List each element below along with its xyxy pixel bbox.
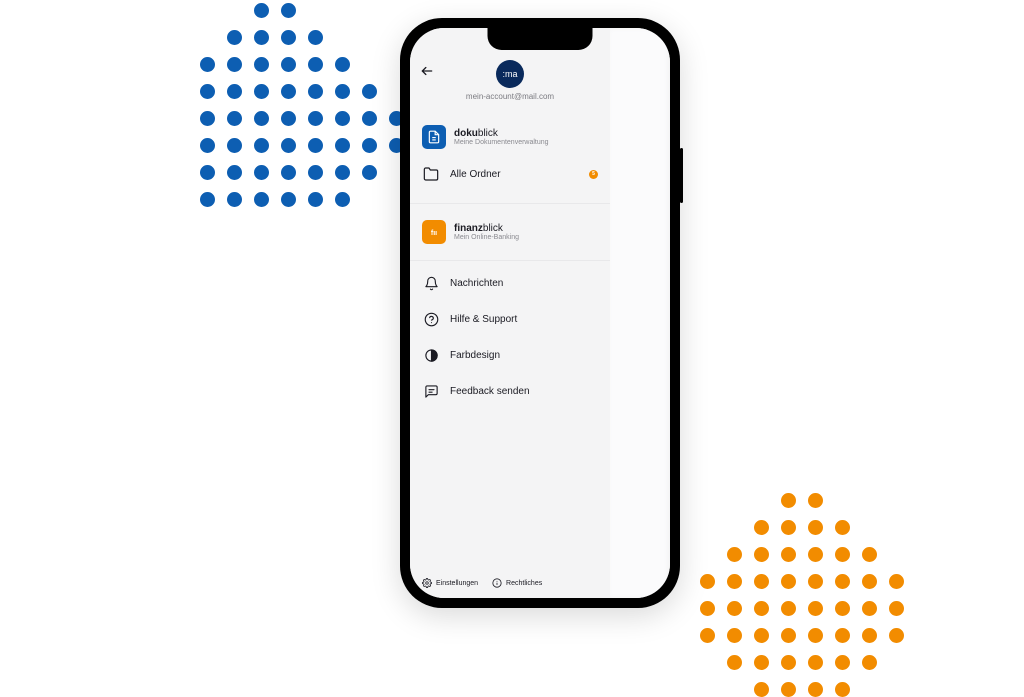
app-text: finanzblick Mein Online-Banking: [454, 223, 519, 241]
fii-icon: fıı: [427, 225, 441, 239]
item-alle-ordner[interactable]: Alle Ordner 5: [410, 155, 610, 193]
account-email: mein-account@mail.com: [466, 92, 554, 101]
app-finanzblick[interactable]: fıı finanzblick Mein Online-Banking: [410, 214, 610, 250]
help-icon: [422, 310, 440, 328]
section-menu: Nachrichten Hilfe & Support Farbdesign: [410, 260, 610, 413]
gear-icon: [422, 578, 432, 588]
app-subtitle: Mein Online-Banking: [454, 234, 519, 241]
finanzblick-icon: fıı: [422, 220, 446, 244]
decorative-dots-orange: [700, 493, 904, 697]
feedback-icon: [422, 382, 440, 400]
phone-screen: :ma mein-account@mail.com dokublick Mein…: [410, 28, 670, 598]
dokublick-icon: [422, 125, 446, 149]
menu-label: Farbdesign: [450, 350, 500, 361]
navigation-drawer: :ma mein-account@mail.com dokublick Mein…: [410, 28, 610, 598]
menu-label: Feedback senden: [450, 386, 530, 397]
back-button[interactable]: [418, 62, 436, 80]
bell-icon: [422, 274, 440, 292]
section-finanzblick: fıı finanzblick Mein Online-Banking: [410, 203, 610, 260]
document-icon: [427, 130, 441, 144]
app-text: dokublick Meine Dokumentenverwaltung: [454, 128, 549, 146]
menu-label: Hilfe & Support: [450, 314, 517, 325]
folder-badge: 5: [589, 170, 598, 179]
menu-label: Nachrichten: [450, 278, 503, 289]
phone-side-button: [680, 148, 683, 203]
footer-rechtliches[interactable]: Rechtliches: [492, 578, 542, 588]
theme-icon: [422, 346, 440, 364]
menu-feedback[interactable]: Feedback senden: [410, 373, 610, 409]
drawer-footer: Einstellungen Rechtliches: [410, 567, 610, 598]
footer-label: Einstellungen: [436, 580, 478, 587]
arrow-left-icon: [420, 64, 434, 78]
info-icon: [492, 578, 502, 588]
content-behind-drawer: [610, 28, 670, 598]
app-title: finanzblick: [454, 223, 519, 234]
drawer-header: :ma mein-account@mail.com: [410, 56, 610, 109]
footer-einstellungen[interactable]: Einstellungen: [422, 578, 478, 588]
avatar[interactable]: :ma: [496, 60, 524, 88]
avatar-text: :ma: [502, 69, 517, 79]
app-dokublick[interactable]: dokublick Meine Dokumentenverwaltung: [410, 119, 610, 155]
menu-nachrichten[interactable]: Nachrichten: [410, 265, 610, 301]
menu-farbdesign[interactable]: Farbdesign: [410, 337, 610, 373]
app-subtitle: Meine Dokumentenverwaltung: [454, 139, 549, 146]
item-label: Alle Ordner: [450, 169, 579, 180]
phone-frame: :ma mein-account@mail.com dokublick Mein…: [400, 18, 680, 608]
folder-icon: [422, 165, 440, 183]
section-dokublick: dokublick Meine Dokumentenverwaltung All…: [410, 109, 610, 203]
svg-text:fıı: fıı: [431, 230, 437, 237]
footer-label: Rechtliches: [506, 580, 542, 587]
phone-notch: [488, 28, 593, 50]
menu-hilfe[interactable]: Hilfe & Support: [410, 301, 610, 337]
app-title: dokublick: [454, 128, 549, 139]
decorative-dots-blue: [200, 3, 404, 207]
